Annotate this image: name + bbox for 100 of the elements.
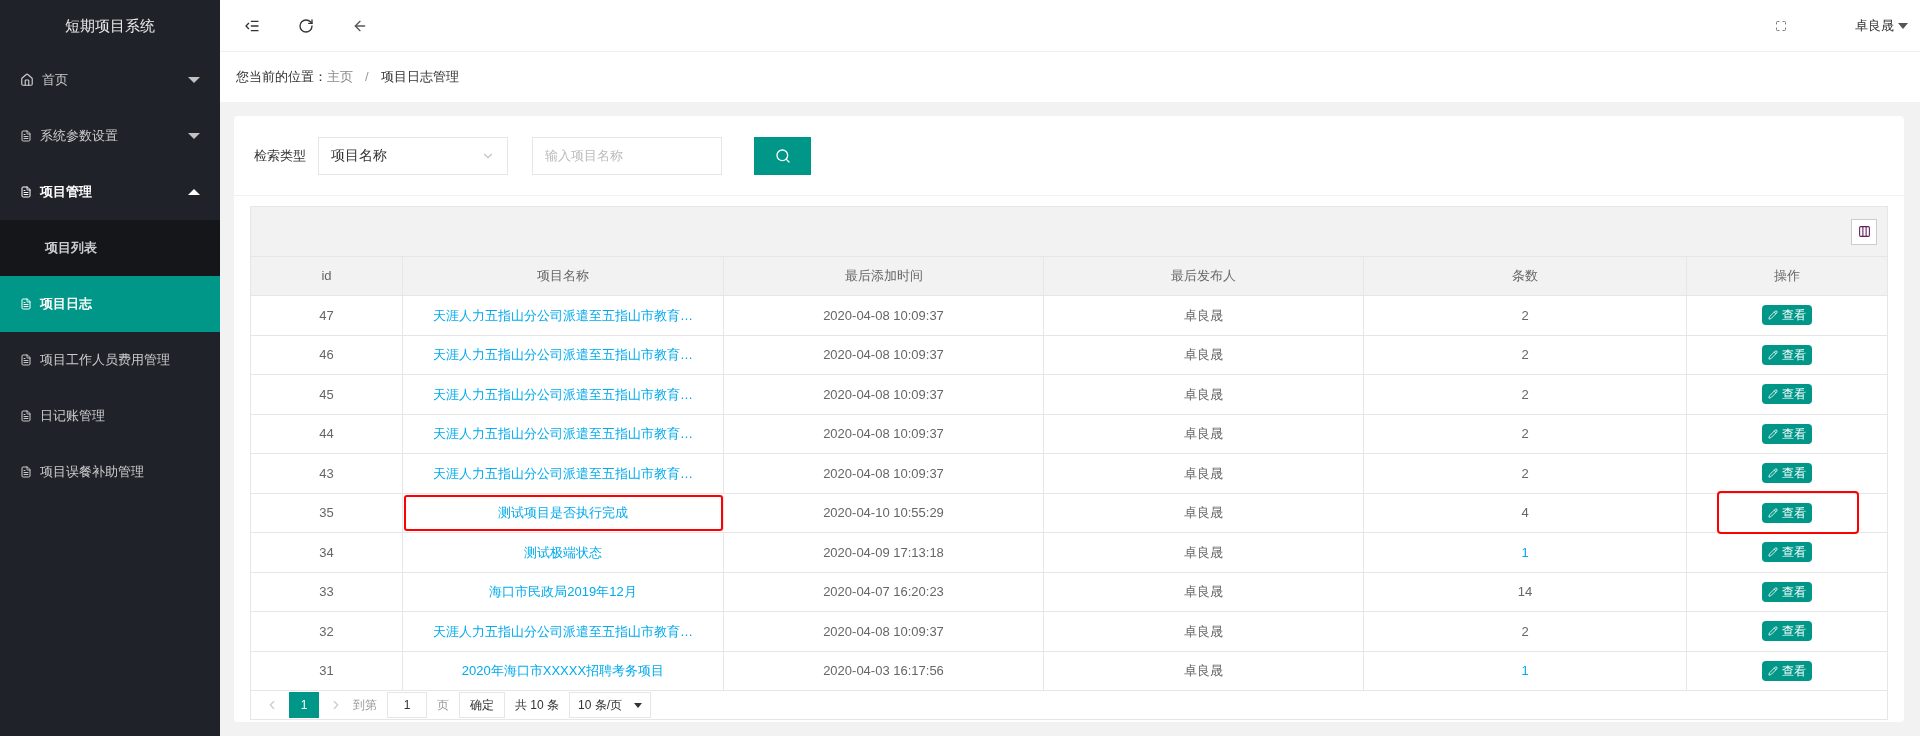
project-name-link[interactable]: 天涯人力五指山分公司派遣至五指山市教育… [433,384,693,404]
table-cell: 34 [251,533,403,572]
sidebar-item[interactable]: 项目管理 [0,164,220,220]
document-icon [20,130,32,142]
table-cell: 卓良晟 [1044,572,1364,611]
view-button[interactable]: 查看 [1762,581,1812,602]
breadcrumb-prefix: 您当前的位置： [236,68,327,87]
view-button[interactable]: 查看 [1762,344,1812,365]
view-button[interactable]: 查看 [1762,384,1812,405]
sidebar-label: 系统参数设置 [40,127,119,146]
page-number-field[interactable]: 1 [387,692,427,718]
table-cell: 2020-04-08 10:09:37 [724,454,1044,493]
sidebar-label: 首页 [42,71,69,90]
table-cell: 47 [251,296,403,335]
view-button[interactable]: 查看 [1762,542,1812,563]
view-button[interactable]: 查看 [1762,621,1812,642]
column-header: id [251,257,403,295]
breadcrumb-separator: / [365,68,369,87]
table-cell: 33 [251,572,403,611]
column-header: 条数 [1364,257,1687,295]
document-icon [20,186,32,198]
app-title: 短期项目系统 [64,15,156,36]
table-cell: 2020-04-08 10:09:37 [724,375,1044,414]
user-menu[interactable]: 卓良晟 [1855,15,1908,36]
search-button[interactable] [754,136,811,175]
table-cell: 45 [251,375,403,414]
project-name-link[interactable]: 海口市民政局2019年12月 [489,582,637,602]
table-cell: 2020-04-03 16:17:56 [724,651,1044,690]
columns-filter-button[interactable] [1851,218,1877,245]
project-name-link[interactable]: 天涯人力五指山分公司派遣至五指山市教育… [433,424,693,444]
page-button[interactable]: 1 [289,692,319,718]
fullscreen-icon[interactable] [1775,19,1787,32]
column-header: 最后添加时间 [724,257,1044,295]
search-type-label: 检索类型 [254,146,306,165]
project-name-link[interactable]: 天涯人力五指山分公司派遣至五指山市教育… [433,621,693,641]
pencil-icon [1768,468,1778,479]
total-count: 共 10 条 [515,697,559,714]
count-text: 2 [1521,385,1529,404]
project-name-link[interactable]: 测试极端状态 [524,542,602,562]
project-name-link[interactable]: 天涯人力五指山分公司派遣至五指山市教育… [433,463,693,483]
sidebar-item[interactable]: 系统参数设置 [0,108,220,164]
view-button[interactable]: 查看 [1762,423,1812,444]
document-icon [20,466,32,478]
table-cell: 32 [251,612,403,651]
table-cell: 2020-04-08 10:09:37 [724,335,1044,374]
table-cell: 2020-04-08 10:09:37 [724,414,1044,453]
confirm-button[interactable]: 确定 [459,692,505,718]
sidebar-item[interactable]: 首页 [0,52,220,108]
count-link[interactable]: 1 [1521,661,1529,681]
sidebar-item[interactable]: 项目日志 [0,276,220,332]
view-button[interactable]: 查看 [1762,660,1812,681]
column-header: 操作 [1773,267,1801,286]
table-cell: 卓良晟 [1044,335,1364,374]
page-unit-label: 页 [437,697,449,714]
table-cell: 46 [251,335,403,374]
columns-icon [1857,225,1871,238]
project-name-link[interactable]: 测试项目是否执行完成 [498,503,628,523]
count-text: 2 [1521,306,1529,325]
home-icon [20,73,34,87]
table-cell: 2020-04-07 16:20:23 [724,572,1044,611]
table-cell: 2020-04-08 10:09:37 [724,612,1044,651]
count-text: 2 [1521,622,1529,641]
table-cell: 卓良晟 [1044,651,1364,690]
project-name-link[interactable]: 天涯人力五指山分公司派遣至五指山市教育… [433,345,693,365]
goto-label: 到第 [353,697,377,714]
search-type-select[interactable]: 项目名称 [318,136,508,175]
table-cell: 2020-04-09 17:13:18 [724,533,1044,572]
pencil-icon [1768,626,1778,637]
count-link[interactable]: 1 [1521,542,1529,562]
project-name-link[interactable]: 2020年海口市XXXXX招聘考务项目 [461,661,665,681]
table-cell: 卓良晟 [1044,533,1364,572]
sidebar-label: 项目管理 [40,183,93,202]
column-header: 项目名称 [403,257,724,295]
pencil-icon [1768,547,1778,558]
count-text: 2 [1521,346,1529,364]
table-cell: 卓良晟 [1044,612,1364,651]
sidebar-item[interactable]: 项目误餐补助管理 [0,444,220,500]
sidebar-item[interactable]: 项目工作人员费用管理 [0,332,220,388]
sidebar-label: 项目工作人员费用管理 [40,351,171,370]
document-icon [20,354,32,366]
pencil-icon [1768,389,1778,400]
table-cell: 卓良晟 [1044,414,1364,453]
sidebar-item[interactable]: 日记账管理 [0,388,220,444]
table-cell: 卓良晟 [1044,493,1364,532]
search-field[interactable]: 输入项目名称 [532,136,722,175]
refresh-icon[interactable] [298,17,314,34]
breadcrumb-link[interactable]: 主页 [327,67,353,87]
view-button[interactable]: 查看 [1762,463,1812,484]
page-size-select[interactable]: 10 条/页 [569,692,652,718]
table-cell: 卓良晟 [1044,375,1364,414]
sidebar-label: 日记账管理 [40,407,106,426]
table-cell: 卓良晟 [1044,296,1364,335]
view-button[interactable]: 查看 [1762,502,1812,523]
sidebar-subitem[interactable]: 项目列表 [0,220,220,276]
pencil-icon [1768,349,1778,360]
pencil-icon [1768,665,1778,676]
project-name-link[interactable]: 天涯人力五指山分公司派遣至五指山市教育… [433,305,693,325]
table-cell: 35 [251,493,403,532]
count-text: 14 [1517,583,1533,601]
view-button[interactable]: 查看 [1762,305,1812,326]
